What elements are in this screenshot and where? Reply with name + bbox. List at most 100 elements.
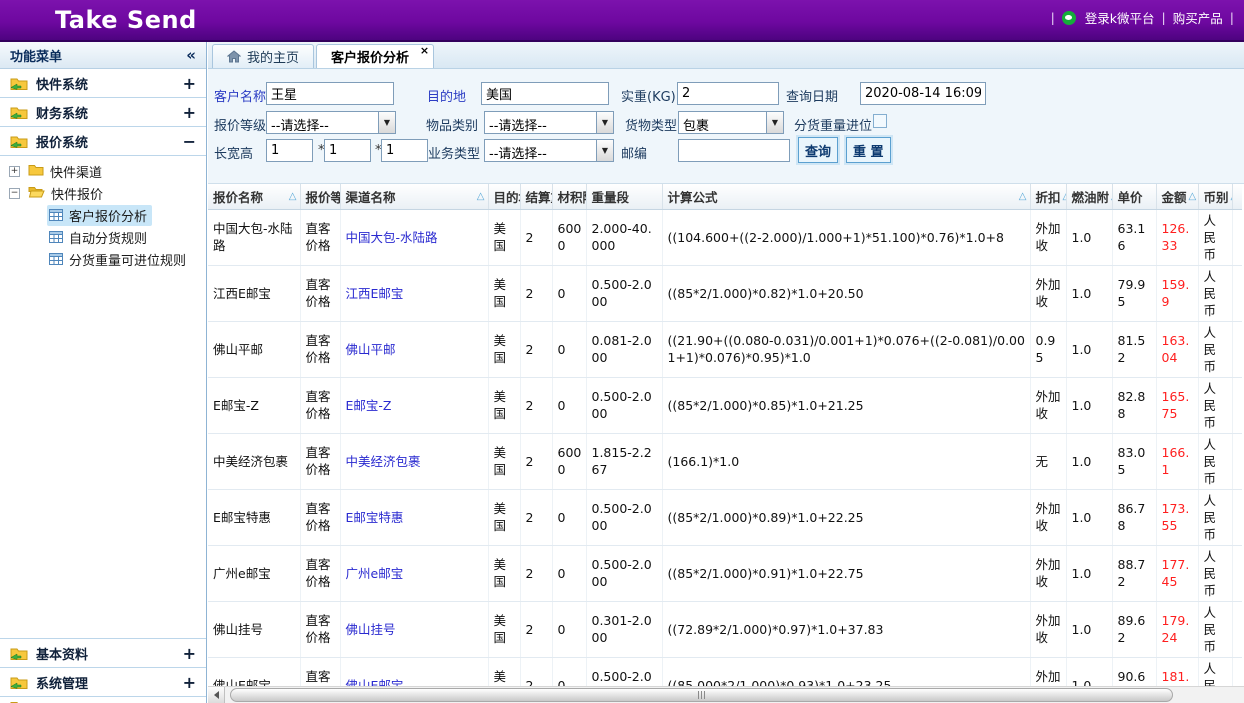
expand-toggle-icon[interactable]: +	[183, 74, 196, 93]
cell-price: 82.88	[1112, 377, 1156, 433]
cell-range: 0.500-2.000	[586, 265, 662, 321]
close-tab-icon[interactable]: ×	[420, 46, 429, 56]
cell-channel[interactable]: E邮宝特惠	[340, 489, 488, 545]
tree-expander-icon[interactable]: −	[9, 188, 20, 199]
length-input[interactable]	[266, 139, 313, 162]
column-label: 结算重	[526, 187, 553, 206]
cell-fuel: 1.0	[1066, 601, 1112, 657]
column-header-discount[interactable]: 折扣△	[1030, 184, 1066, 209]
clipped-cell	[1232, 321, 1242, 377]
cell-name: 佛山挂号	[208, 601, 300, 657]
width-input[interactable]	[324, 139, 371, 162]
cell-amount: 165.75	[1156, 377, 1198, 433]
tree-item-快件报价[interactable]: −快件报价	[0, 182, 206, 204]
cell-channel[interactable]: 佛山挂号	[340, 601, 488, 657]
tree-item-客户报价分析[interactable]: 客户报价分析	[0, 204, 206, 226]
column-header-fuel[interactable]: 燃油附△	[1066, 184, 1112, 209]
expand-toggle-icon[interactable]: −	[183, 132, 196, 151]
column-header-dest[interactable]: 目的地	[488, 184, 520, 209]
cell-price: 63.16	[1112, 209, 1156, 265]
cell-channel[interactable]: 广州e邮宝	[340, 545, 488, 601]
cell-level: 直客价格	[300, 321, 340, 377]
cell-name: 中国大包-水陆路	[208, 209, 300, 265]
main-area: 我的主页客户报价分析× 客户名称 目的地 实重(KG) 查询日期 报价等级 --…	[208, 42, 1244, 703]
cell-channel[interactable]: 江西E邮宝	[340, 265, 488, 321]
expand-toggle-icon[interactable]: +	[183, 644, 196, 663]
tab-我的主页[interactable]: 我的主页	[212, 44, 314, 68]
column-header-range[interactable]: 重量段	[586, 184, 662, 209]
sort-icon[interactable]: △	[477, 191, 485, 202]
customer-name-input[interactable]	[266, 82, 394, 105]
sidebar-section[interactable]: 财务系统+	[0, 98, 206, 127]
sidebar-section[interactable]: 系统管理+	[0, 667, 206, 696]
chevron-down-icon[interactable]: ▼	[596, 140, 613, 161]
cell-channel[interactable]: 中国大包-水陆路	[340, 209, 488, 265]
expand-toggle-icon[interactable]: +	[183, 103, 196, 122]
weight-input[interactable]	[677, 82, 779, 105]
tab-客户报价分析[interactable]: 客户报价分析×	[316, 44, 434, 68]
column-header-level[interactable]: 报价等级	[300, 184, 340, 209]
dimensions-label: 长宽高	[214, 143, 253, 162]
cell-fuel: 1.0	[1066, 321, 1112, 377]
cargo-type-select[interactable]: 包裹 ▼	[678, 111, 784, 134]
cell-amount: 177.45	[1156, 545, 1198, 601]
buy-product-link[interactable]: 购买产品	[1173, 8, 1223, 27]
cell-currency: 人民币	[1198, 601, 1232, 657]
column-header-name[interactable]: 报价名称△	[208, 184, 300, 209]
sidebar-tree: +快件渠道−快件报价客户报价分析自动分货规则分货重量可进位规则	[0, 156, 206, 638]
cell-channel[interactable]: 佛山E邮宝	[340, 657, 488, 686]
cell-formula: ((21.90+((0.080-0.031)/0.001+1)*0.076+((…	[662, 321, 1030, 377]
column-header-price[interactable]: 单价	[1112, 184, 1156, 209]
sidebar-section[interactable]: 快件系统+	[0, 69, 206, 98]
tree-item-自动分货规则[interactable]: 自动分货规则	[0, 226, 206, 248]
column-header-channel[interactable]: 渠道名称△	[340, 184, 488, 209]
tree-expander-icon[interactable]: +	[9, 166, 20, 177]
chevron-down-icon[interactable]: ▼	[596, 112, 613, 133]
tree-item-快件渠道[interactable]: +快件渠道	[0, 160, 206, 182]
tree-item-分货重量可进位规则[interactable]: 分货重量可进位规则	[0, 248, 206, 270]
cell-formula: (166.1)*1.0	[662, 433, 1030, 489]
report-grid-icon	[49, 231, 63, 243]
column-header-currency[interactable]: 币别△	[1198, 184, 1232, 209]
quote-level-select[interactable]: --请选择-- ▼	[266, 111, 396, 134]
expand-toggle-icon[interactable]: +	[183, 673, 196, 692]
scrollbar-thumb[interactable]	[230, 688, 1173, 702]
sort-icon[interactable]: △	[1189, 191, 1197, 202]
sidebar-header: 功能菜单 «	[0, 42, 206, 69]
column-header-amount[interactable]: 金额△	[1156, 184, 1198, 209]
cell-discount: 外加收	[1030, 265, 1066, 321]
sidebar-section[interactable]: 报价系统−	[0, 127, 206, 156]
scroll-left-arrow[interactable]	[208, 687, 225, 703]
business-type-select[interactable]: --请选择-- ▼	[484, 139, 614, 162]
sort-icon[interactable]: △	[1019, 191, 1027, 202]
sort-icon[interactable]: △	[1063, 191, 1066, 202]
chevron-down-icon[interactable]: ▼	[378, 112, 395, 133]
search-button[interactable]: 查询	[798, 137, 838, 163]
cell-channel[interactable]: 中美经济包裹	[340, 433, 488, 489]
sidebar: 功能菜单 « 快件系统+财务系统+报价系统− +快件渠道−快件报价客户报价分析自…	[0, 42, 207, 703]
cell-channel[interactable]: 佛山平邮	[340, 321, 488, 377]
sort-icon[interactable]: △	[289, 191, 297, 202]
cell-settle: 2	[520, 601, 552, 657]
column-label: 重量段	[592, 187, 630, 206]
column-header-settle[interactable]: 结算重	[520, 184, 552, 209]
horizontal-scrollbar[interactable]	[208, 686, 1244, 703]
query-date-input[interactable]	[860, 82, 986, 105]
chevron-down-icon[interactable]: ▼	[766, 112, 783, 133]
height-input[interactable]	[381, 139, 428, 162]
cell-formula: ((85*2/1.000)*0.85)*1.0+21.25	[662, 377, 1030, 433]
carry-weight-checkbox[interactable]	[873, 114, 887, 128]
destination-input[interactable]	[481, 82, 609, 105]
sidebar-section[interactable]: 基本资料+	[0, 638, 206, 667]
login-kwei-link[interactable]: 登录k微平台	[1085, 8, 1155, 27]
collapse-sidebar-icon[interactable]: «	[186, 46, 196, 64]
cell-fuel: 1.0	[1066, 489, 1112, 545]
separator: |	[1051, 10, 1055, 25]
column-header-formula[interactable]: 计算公式△	[662, 184, 1030, 209]
postcode-input[interactable]	[678, 139, 790, 162]
cell-dest: 美国	[488, 545, 520, 601]
column-header-volume[interactable]: 材积除	[552, 184, 586, 209]
reset-button[interactable]: 重 置	[846, 137, 891, 163]
item-category-select[interactable]: --请选择-- ▼	[484, 111, 614, 134]
cell-channel[interactable]: E邮宝-Z	[340, 377, 488, 433]
